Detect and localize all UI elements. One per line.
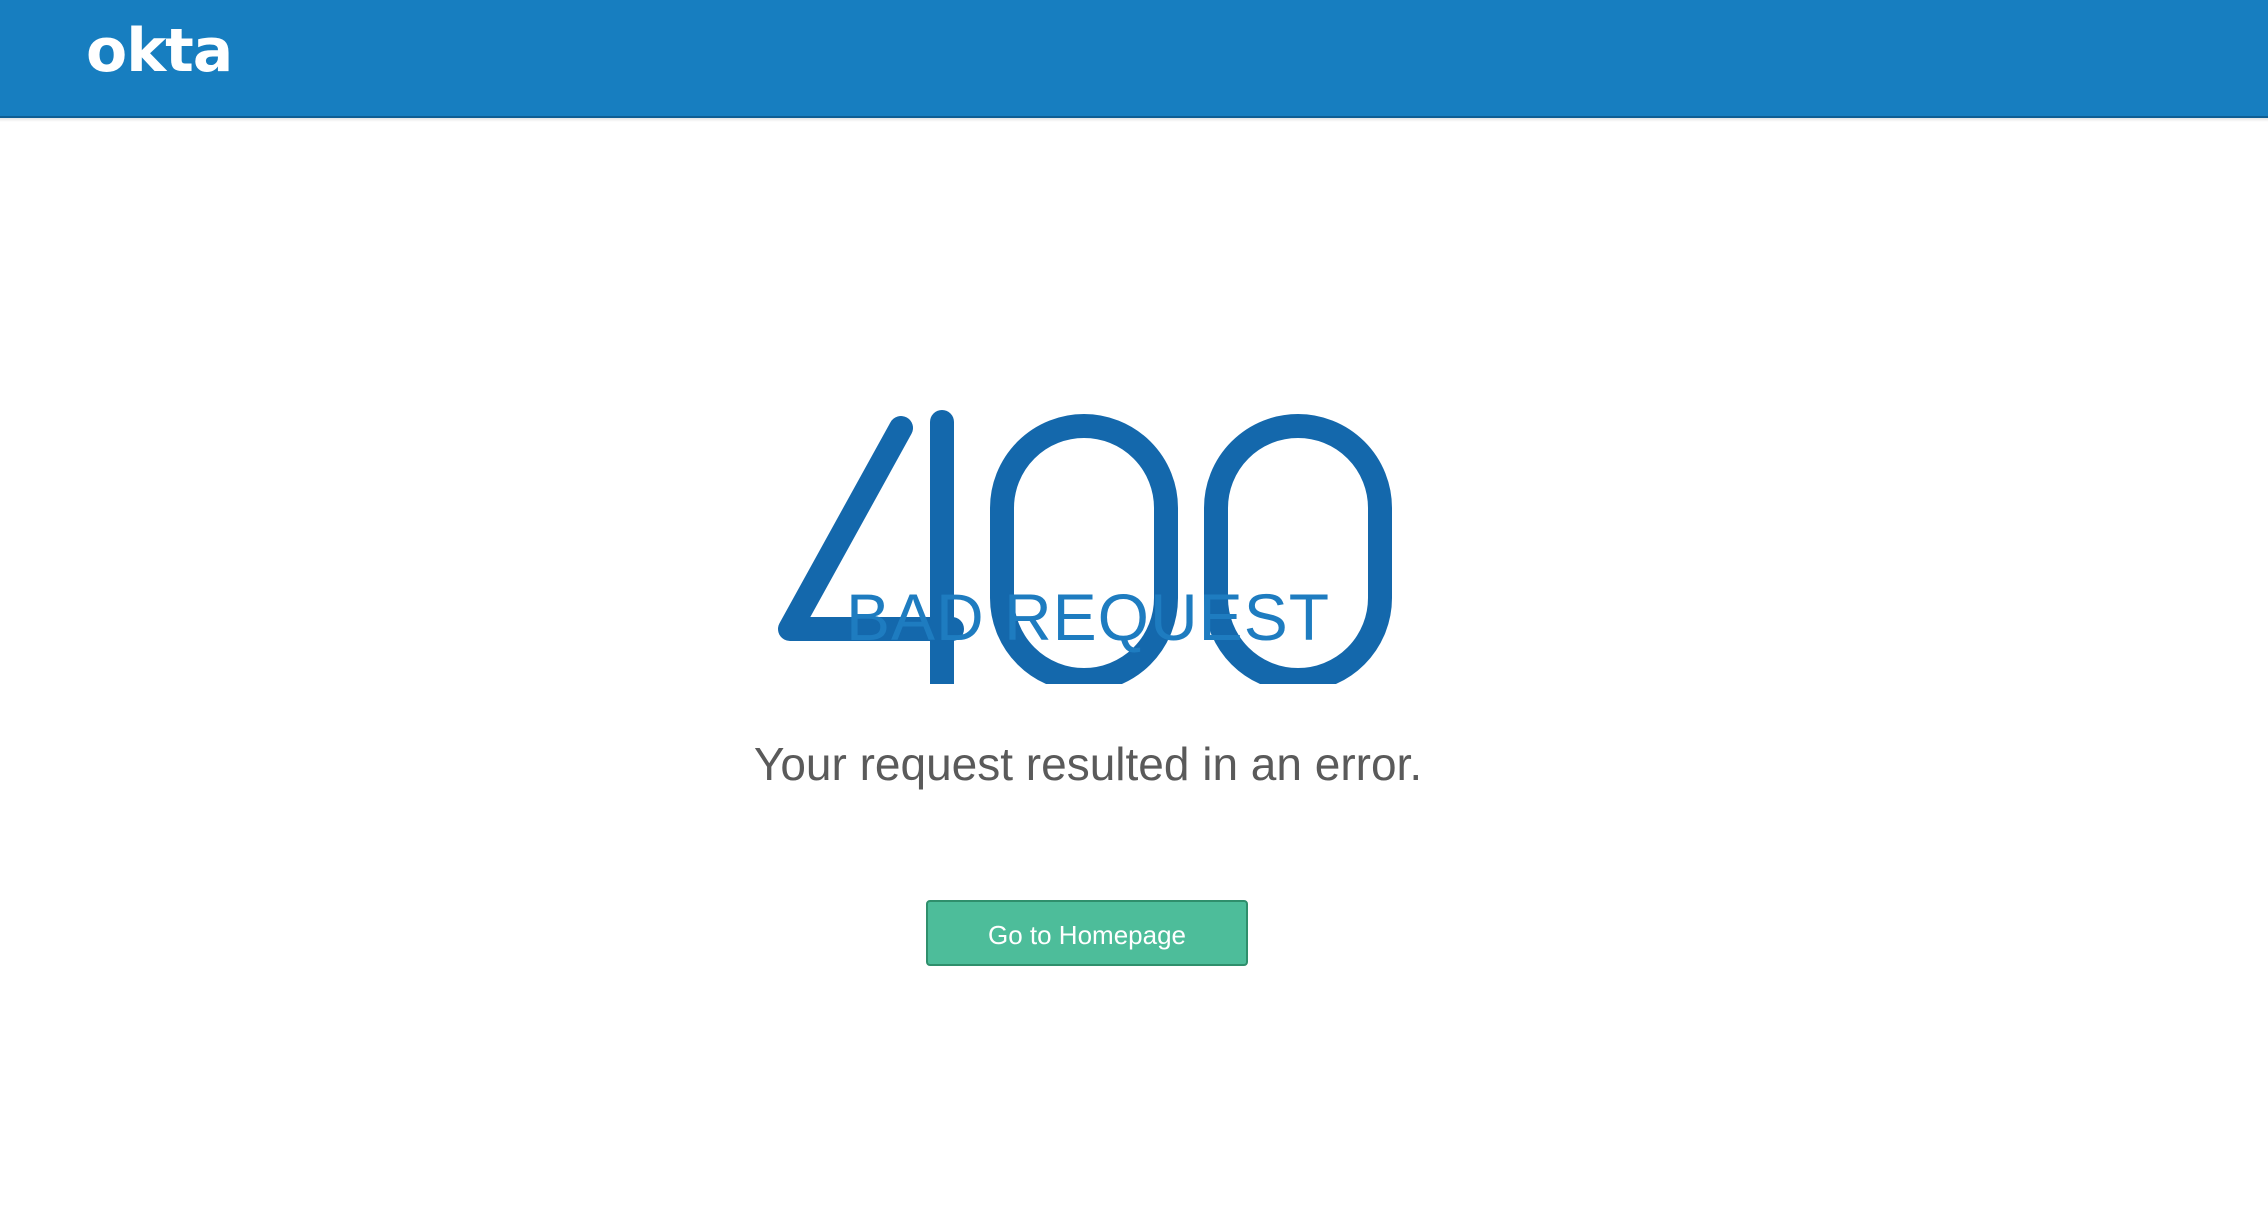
error-message: Your request resulted in an error. [753, 738, 1423, 790]
error-title: BAD REQUEST [845, 580, 1331, 654]
error-page-content: 400 BAD REQUEST Your request resulted in… [0, 122, 2268, 1212]
okta-logo[interactable]: okta [86, 16, 233, 86]
go-to-homepage-button[interactable]: Go to Homepage [926, 900, 1248, 966]
top-header-bar: okta [0, 0, 2268, 118]
error-code-text: 400 [770, 284, 772, 285]
